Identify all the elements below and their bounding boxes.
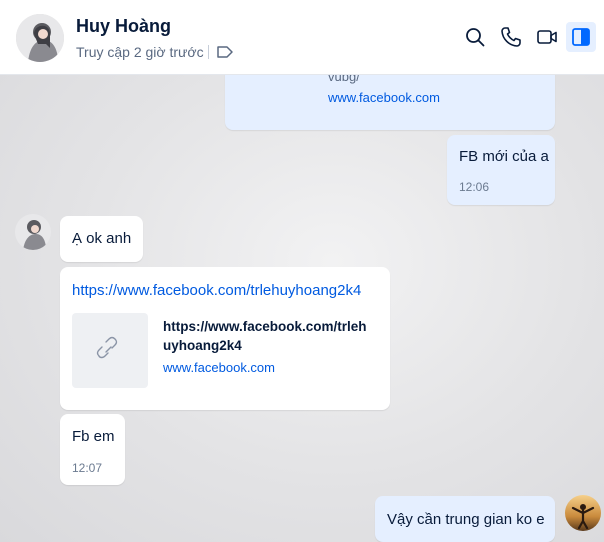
message-bubble-incoming[interactable]: Ạ ok anh bbox=[60, 216, 143, 262]
message-bubble-incoming[interactable]: Fb em 12:07 bbox=[60, 414, 125, 485]
message-time: 12:07 bbox=[72, 461, 103, 475]
contact-status: Truy cập 2 giờ trước bbox=[76, 44, 204, 60]
link-preview-title: https://www.facebook.com/trleh uyhoang2k… bbox=[163, 317, 367, 355]
message-bubble-link[interactable]: https://www.facebook.com/trlehuyhoang2k4… bbox=[60, 267, 390, 410]
message-text: Vậy cần trung gian ko e bbox=[387, 511, 545, 528]
message-list[interactable]: vubg/ www.facebook.com FB mới của a 12:0… bbox=[0, 75, 604, 542]
divider bbox=[208, 45, 209, 59]
link-preview-tail: vubg/ bbox=[328, 75, 360, 84]
phone-icon[interactable] bbox=[499, 25, 523, 49]
sender-avatar[interactable] bbox=[15, 214, 51, 250]
tag-icon[interactable] bbox=[216, 44, 234, 60]
search-icon[interactable] bbox=[463, 25, 487, 49]
link-preview-domain[interactable]: www.facebook.com bbox=[328, 88, 440, 108]
link-icon bbox=[96, 336, 118, 359]
contact-avatar[interactable] bbox=[16, 14, 64, 62]
chat-header: Huy Hoàng Truy cập 2 giờ trước bbox=[0, 0, 604, 75]
link-preview-card[interactable]: vubg/ www.facebook.com bbox=[225, 75, 555, 130]
message-text: FB mới của a bbox=[459, 148, 549, 165]
my-avatar[interactable] bbox=[565, 495, 601, 531]
toggle-sidebar-icon[interactable] bbox=[566, 22, 596, 52]
link-thumbnail bbox=[72, 313, 148, 388]
message-text: Ạ ok anh bbox=[72, 230, 132, 247]
message-bubble-outgoing[interactable]: FB mới của a 12:06 bbox=[447, 135, 555, 205]
video-call-icon[interactable] bbox=[535, 25, 559, 49]
link-title-line-2: uyhoang2k4 bbox=[163, 338, 242, 353]
message-text: Fb em bbox=[72, 428, 115, 445]
message-time: 12:06 bbox=[459, 180, 490, 194]
message-link[interactable]: https://www.facebook.com/trlehuyhoang2k4 bbox=[72, 281, 361, 301]
message-bubble-outgoing[interactable]: Vậy cần trung gian ko e bbox=[375, 496, 555, 542]
link-title-line-1: https://www.facebook.com/trleh bbox=[163, 319, 367, 334]
link-preview-domain[interactable]: www.facebook.com bbox=[163, 358, 275, 378]
contact-name[interactable]: Huy Hoàng bbox=[76, 16, 171, 37]
